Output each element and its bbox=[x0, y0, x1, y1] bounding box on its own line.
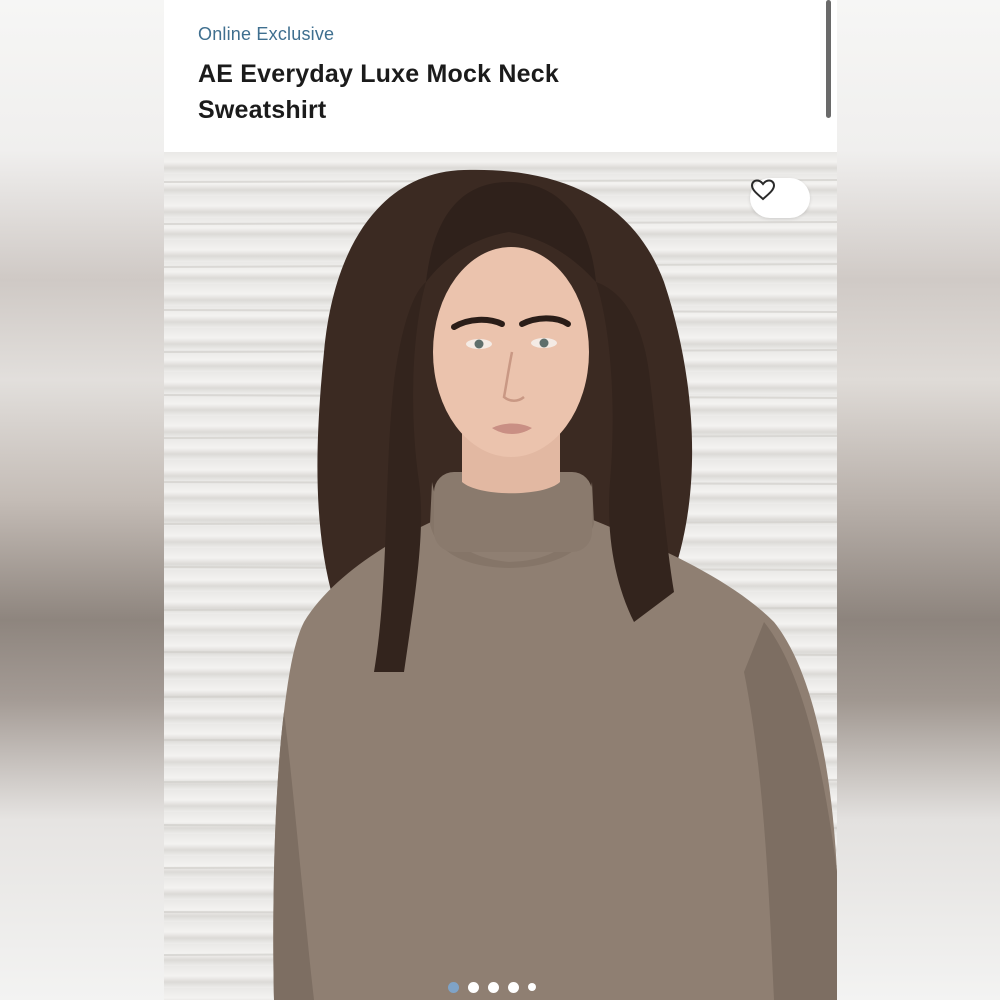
carousel-dot-2[interactable] bbox=[468, 981, 479, 993]
model-photo bbox=[164, 169, 837, 1000]
favorite-button[interactable] bbox=[750, 178, 810, 218]
scrollbar[interactable] bbox=[826, 0, 831, 118]
online-exclusive-badge: Online Exclusive bbox=[198, 24, 335, 44]
background-blur-left bbox=[0, 0, 164, 1000]
carousel-dot-5[interactable] bbox=[528, 983, 536, 991]
product-image[interactable] bbox=[164, 152, 837, 1000]
carousel-dot-1[interactable] bbox=[448, 981, 459, 993]
carousel-indicator bbox=[448, 980, 536, 994]
background-blur-right bbox=[837, 0, 1000, 1000]
carousel-dot-3[interactable] bbox=[488, 981, 499, 993]
product-header: Online Exclusive AE Everyday Luxe Mock N… bbox=[164, 0, 837, 152]
product-title: AE Everyday Luxe Mock Neck Sweatshirt bbox=[198, 60, 559, 124]
carousel-dot-4[interactable] bbox=[508, 981, 519, 993]
product-screen: Online Exclusive AE Everyday Luxe Mock N… bbox=[164, 0, 837, 1000]
